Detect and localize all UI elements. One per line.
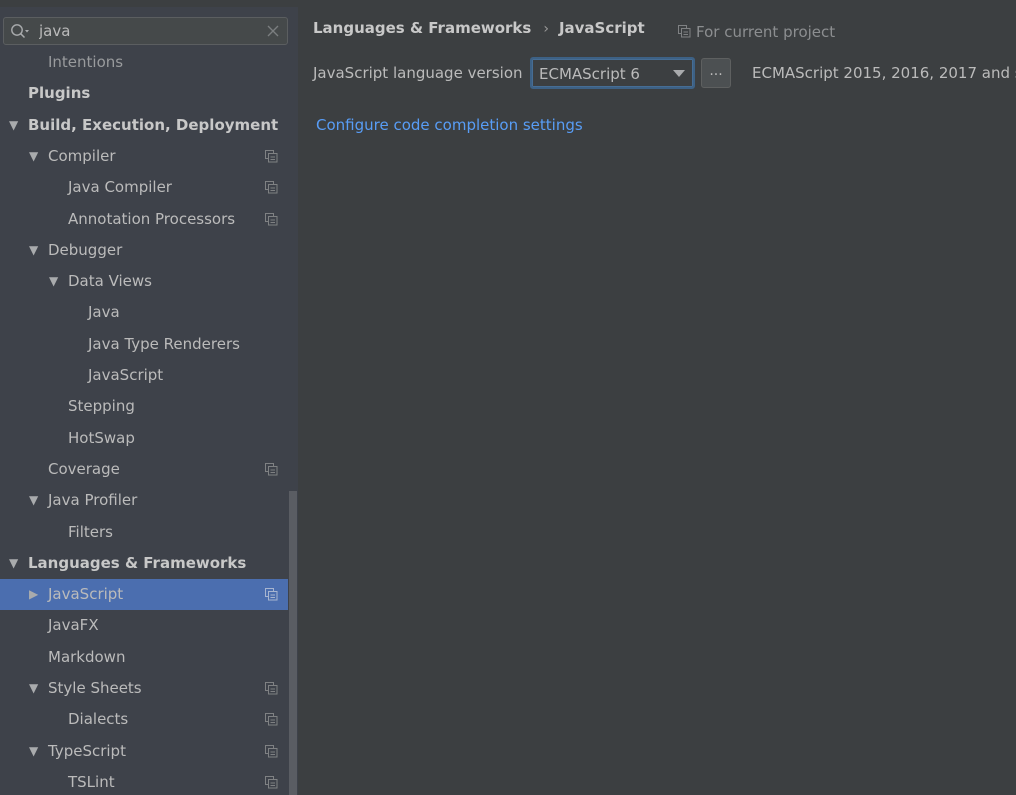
- tree-item-javascript[interactable]: JavaScript: [0, 360, 288, 391]
- tree-item-java-type-renderers[interactable]: Java Type Renderers: [0, 329, 288, 360]
- project-level-icon: [265, 588, 278, 601]
- tree-item-label: Stepping: [68, 397, 135, 415]
- project-scope-indicator: For current project: [678, 21, 835, 43]
- tree-item-label: Debugger: [48, 241, 123, 259]
- tree-item-label: Markdown: [48, 648, 126, 666]
- tree-item-tslint[interactable]: TSLint: [0, 767, 288, 795]
- project-scope-label: For current project: [696, 23, 836, 41]
- language-version-select[interactable]: ECMAScript 6: [530, 57, 695, 89]
- settings-content: Languages & Frameworks › JavaScript For cu…: [298, 0, 1016, 795]
- tree-item-hotswap[interactable]: HotSwap: [0, 423, 288, 454]
- tree-item-label: HotSwap: [68, 429, 135, 447]
- breadcrumb-item-javascript: JavaScript: [558, 19, 645, 37]
- expanded-arrow-icon[interactable]: ▼: [29, 736, 43, 767]
- language-version-label: JavaScript language version: [313, 64, 523, 82]
- project-level-icon: [265, 682, 278, 695]
- tree-item-label: Coverage: [48, 460, 120, 478]
- tree-item-build-execution-deployment[interactable]: ▼ Build, Execution, Deployment: [0, 110, 288, 141]
- clear-search-icon[interactable]: [266, 24, 280, 38]
- more-options-button[interactable]: ...: [701, 58, 731, 88]
- chevron-down-icon: [673, 70, 685, 77]
- project-level-icon: [265, 150, 278, 163]
- tree-item-label: JavaFX: [48, 616, 99, 634]
- tree-item-javascript[interactable]: ▶ JavaScript: [0, 579, 298, 610]
- expanded-arrow-icon[interactable]: ▼: [29, 485, 43, 516]
- tree-item-label: Annotation Processors: [68, 210, 236, 228]
- project-level-icon: [265, 181, 278, 194]
- tree-item-label: Dialects: [68, 710, 129, 728]
- expanded-arrow-icon[interactable]: ▼: [29, 235, 43, 266]
- tree-item-label: Compiler: [48, 147, 116, 165]
- tree-item-coverage[interactable]: Coverage: [0, 454, 288, 485]
- tree-item-label: Data Views: [68, 272, 152, 290]
- tree-item-label: Build, Execution, Deployment: [28, 116, 279, 134]
- project-scope-icon: [678, 25, 691, 38]
- tree-item-stepping[interactable]: Stepping: [0, 391, 288, 422]
- tree-item-filters[interactable]: Filters: [0, 517, 288, 548]
- tree-item-label: Intentions: [48, 53, 124, 71]
- project-level-icon: [265, 713, 278, 726]
- tree-item-label: TSLint: [68, 773, 115, 791]
- language-version-description: ECMAScript 2015, 2016, 2017 and sc: [752, 64, 1016, 82]
- tree-item-label: Plugins: [28, 84, 91, 102]
- expanded-arrow-icon[interactable]: ▼: [29, 673, 43, 704]
- expanded-arrow-icon[interactable]: ▼: [49, 266, 63, 297]
- tree-item-java[interactable]: Java: [0, 297, 288, 328]
- tree-item-intentions[interactable]: Intentions: [0, 47, 288, 78]
- project-level-icon: [265, 776, 278, 789]
- tree-item-compiler[interactable]: ▼ Compiler: [0, 141, 288, 172]
- tree-item-label: JavaScript: [48, 585, 124, 603]
- search-box[interactable]: [3, 17, 288, 45]
- breadcrumb: Languages & Frameworks › JavaScript: [313, 17, 645, 39]
- project-level-icon: [265, 745, 278, 758]
- tree-item-annotation-processors[interactable]: Annotation Processors: [0, 204, 288, 235]
- tree-item-label: Java Compiler: [68, 178, 172, 196]
- tree-item-label: Java Profiler: [48, 491, 138, 509]
- tree-item-style-sheets[interactable]: ▼ Style Sheets: [0, 673, 288, 704]
- tree-item-label: TypeScript: [48, 742, 126, 760]
- tree-item-dialects[interactable]: Dialects: [0, 704, 288, 735]
- tree-item-label: Style Sheets: [48, 679, 142, 697]
- search-input[interactable]: [39, 21, 259, 41]
- breadcrumb-separator-icon: ›: [543, 21, 549, 37]
- tree-item-typescript[interactable]: ▼ TypeScript: [0, 736, 288, 767]
- collapsed-arrow-icon[interactable]: ▶: [29, 579, 43, 610]
- tree-item-label: Java: [88, 303, 120, 321]
- project-level-icon: [265, 213, 278, 226]
- tree-item-label: Languages & Frameworks: [28, 554, 247, 572]
- tree-item-languages-frameworks[interactable]: ▼ Languages & Frameworks: [0, 548, 288, 579]
- expanded-arrow-icon[interactable]: ▼: [29, 141, 43, 172]
- settings-sidebar: Intentions Plugins ▼ Build, Execution, Depl…: [0, 0, 298, 795]
- breadcrumb-item-languages[interactable]: Languages & Frameworks: [313, 19, 531, 37]
- expanded-arrow-icon[interactable]: ▼: [9, 548, 23, 579]
- tree-item-label: JavaScript: [88, 366, 164, 384]
- sidebar-scrollbar-thumb[interactable]: [289, 491, 297, 795]
- tree-item-javafx[interactable]: JavaFX: [0, 610, 288, 641]
- tree-item-label: Filters: [68, 523, 113, 541]
- tree-item-debugger[interactable]: ▼ Debugger: [0, 235, 288, 266]
- tree-item-label: Java Type Renderers: [88, 335, 240, 353]
- tree-item-plugins[interactable]: Plugins: [0, 78, 288, 109]
- expanded-arrow-icon[interactable]: ▼: [9, 110, 23, 141]
- configure-code-completion-link[interactable]: Configure code completion settings: [316, 114, 583, 136]
- language-version-value: ECMAScript 6: [539, 65, 640, 83]
- project-level-icon: [265, 463, 278, 476]
- tree-item-java-compiler[interactable]: Java Compiler: [0, 172, 288, 203]
- tree-item-java-profiler[interactable]: ▼ Java Profiler: [0, 485, 288, 516]
- tree-item-data-views[interactable]: ▼ Data Views: [0, 266, 288, 297]
- tree-item-markdown[interactable]: Markdown: [0, 642, 288, 673]
- search-icon[interactable]: [10, 23, 30, 41]
- sidebar-top-strip: [0, 0, 298, 7]
